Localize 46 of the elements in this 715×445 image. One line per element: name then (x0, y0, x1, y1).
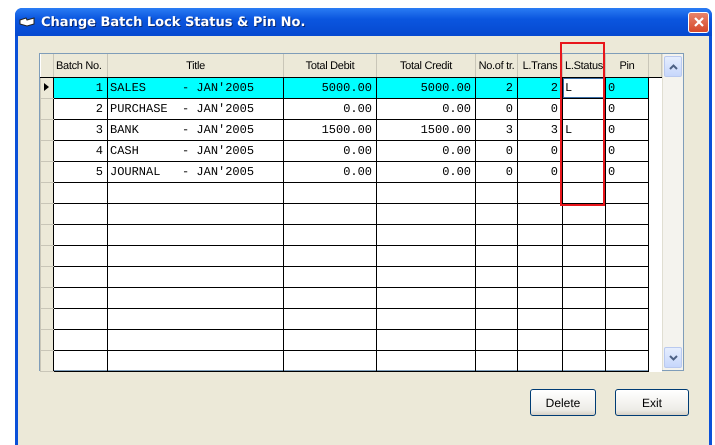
credit-cell: 0.00 (376, 162, 476, 182)
transaction-count-cell: 0 (476, 140, 518, 162)
window-title: Change Batch Lock Status & Pin No. (41, 14, 306, 30)
debit-cell: 0.00 (284, 98, 376, 120)
column-header[interactable]: L.Status (562, 54, 606, 78)
table-row[interactable]: 2 PURCHASE - JAN'2005 0.00 0.00 0 0 0 (40, 98, 662, 120)
transaction-count-cell: 2 (476, 78, 518, 98)
title-cell: JOURNAL - JAN'2005 (108, 162, 284, 182)
debit-cell: 0.00 (284, 140, 376, 162)
lock-trans-cell: 0 (518, 98, 562, 120)
lock-trans-cell: 0 (518, 140, 562, 162)
batch-number-cell: 3 (54, 120, 108, 140)
column-header[interactable]: No.of tr. (476, 54, 518, 78)
title-cell: SALES - JAN'2005 (108, 78, 284, 98)
table-row[interactable]: 3 BANK - JAN'2005 1500.00 1500.00 3 3 L 0 (40, 120, 662, 140)
column-header[interactable]: Batch No. (54, 54, 108, 78)
credit-cell: 0.00 (376, 98, 476, 120)
batch-number-cell: 1 (54, 78, 108, 98)
debit-cell: 5000.00 (284, 78, 376, 98)
transaction-count-cell: 0 (476, 162, 518, 182)
exit-button[interactable]: Exit (615, 389, 689, 416)
delete-button[interactable]: Delete (530, 389, 596, 416)
column-header[interactable]: Total Credit (376, 54, 476, 78)
title-cell: PURCHASE - JAN'2005 (108, 98, 284, 120)
transaction-count-cell: 0 (476, 98, 518, 120)
credit-cell: 5000.00 (376, 78, 476, 98)
table-row[interactable]: 1 SALES - JAN'2005 5000.00 5000.00 2 2 L 0 (40, 78, 662, 98)
credit-cell: 0.00 (376, 140, 476, 162)
batch-number-cell: 2 (54, 98, 108, 120)
column-header[interactable]: Title (108, 54, 284, 78)
column-header[interactable]: Pin (606, 54, 648, 78)
table-row[interactable]: 5 JOURNAL - JAN'2005 0.00 0.00 0 0 0 (40, 162, 662, 182)
batch-number-cell: 5 (54, 162, 108, 182)
credit-cell: 1500.00 (376, 120, 476, 140)
lock-trans-cell: 0 (518, 162, 562, 182)
debit-cell: 0.00 (284, 162, 376, 182)
debit-cell: 1500.00 (284, 120, 376, 140)
lock-trans-cell: 3 (518, 120, 562, 140)
batch-number-cell: 4 (54, 140, 108, 162)
column-header[interactable]: Total Debit (284, 54, 376, 78)
title-cell: BANK - JAN'2005 (108, 120, 284, 140)
title-cell: CASH - JAN'2005 (108, 140, 284, 162)
lock-status-cell: L (562, 120, 606, 140)
table-row[interactable]: 4 CASH - JAN'2005 0.00 0.00 0 0 0 (40, 140, 662, 162)
transaction-count-cell: 3 (476, 120, 518, 140)
column-header[interactable]: L.Trans (518, 54, 562, 78)
